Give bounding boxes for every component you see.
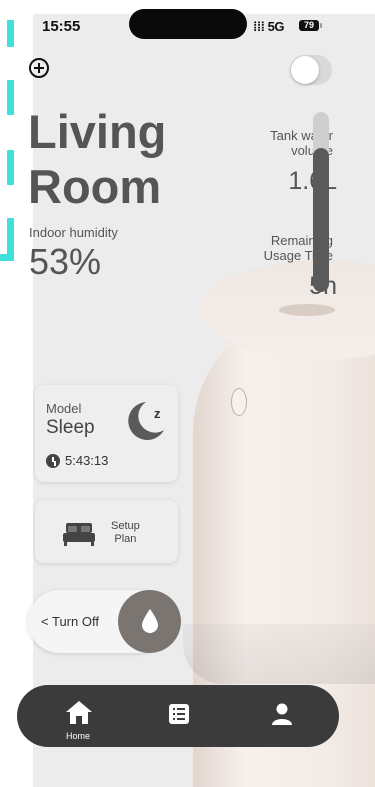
status-time: 15:55 bbox=[42, 18, 81, 35]
room-title: Living Room bbox=[28, 104, 166, 214]
battery-icon: 79 bbox=[299, 20, 319, 31]
dynamic-island bbox=[129, 9, 247, 39]
setup-label-line2: Plan bbox=[114, 533, 137, 545]
decor-dash bbox=[7, 80, 14, 115]
battery-cap bbox=[320, 23, 322, 28]
turn-off-text: Turn Off bbox=[51, 614, 99, 629]
nav-home-label[interactable]: Home bbox=[66, 731, 90, 741]
moon-sleep-icon: z bbox=[128, 402, 164, 440]
screen: 15:55 ⁞⁞⁞ 5G 79 Living Room Indoor humid… bbox=[0, 0, 375, 787]
decor-dash bbox=[7, 20, 14, 47]
room-title-line2: Room bbox=[28, 160, 162, 213]
humidifier-base-shade bbox=[183, 624, 375, 684]
svg-text:z: z bbox=[154, 406, 161, 421]
home-icon[interactable] bbox=[64, 699, 94, 725]
chevron-left-icon: < bbox=[41, 614, 49, 629]
network-label: 5G bbox=[267, 19, 285, 34]
humidifier-slot bbox=[279, 304, 335, 316]
decor-dash bbox=[7, 150, 14, 185]
humidity-value: 53% bbox=[29, 241, 102, 282]
signal-bars-icon: ⁞⁞⁞ bbox=[253, 19, 265, 34]
setup-plan-card[interactable] bbox=[35, 500, 178, 563]
profile-icon[interactable] bbox=[270, 702, 294, 726]
model-value: Sleep bbox=[46, 417, 95, 438]
list-icon[interactable] bbox=[168, 703, 190, 725]
room-title-line1: Living bbox=[28, 105, 167, 158]
decor-dash bbox=[7, 218, 14, 258]
humidifier-button bbox=[231, 388, 247, 416]
humidity-label: Indoor humidity bbox=[29, 225, 118, 240]
sleep-timer: 5:43:13 bbox=[65, 453, 109, 468]
toggle-knob[interactable] bbox=[291, 56, 319, 84]
signal-indicator: ⁞⁞⁞ 5G bbox=[253, 19, 284, 34]
add-device-icon[interactable] bbox=[29, 58, 49, 78]
water-drop-icon bbox=[142, 609, 158, 633]
turn-off-label: < Turn Off bbox=[41, 614, 99, 629]
water-level-fill bbox=[313, 148, 329, 292]
decor-dash bbox=[0, 254, 14, 261]
bed-icon bbox=[63, 523, 95, 546]
model-label: Model bbox=[46, 401, 82, 416]
setup-label-line1: Setup bbox=[111, 520, 140, 532]
setup-plan-label: Setup Plan bbox=[111, 520, 140, 546]
clock-icon bbox=[46, 454, 60, 468]
